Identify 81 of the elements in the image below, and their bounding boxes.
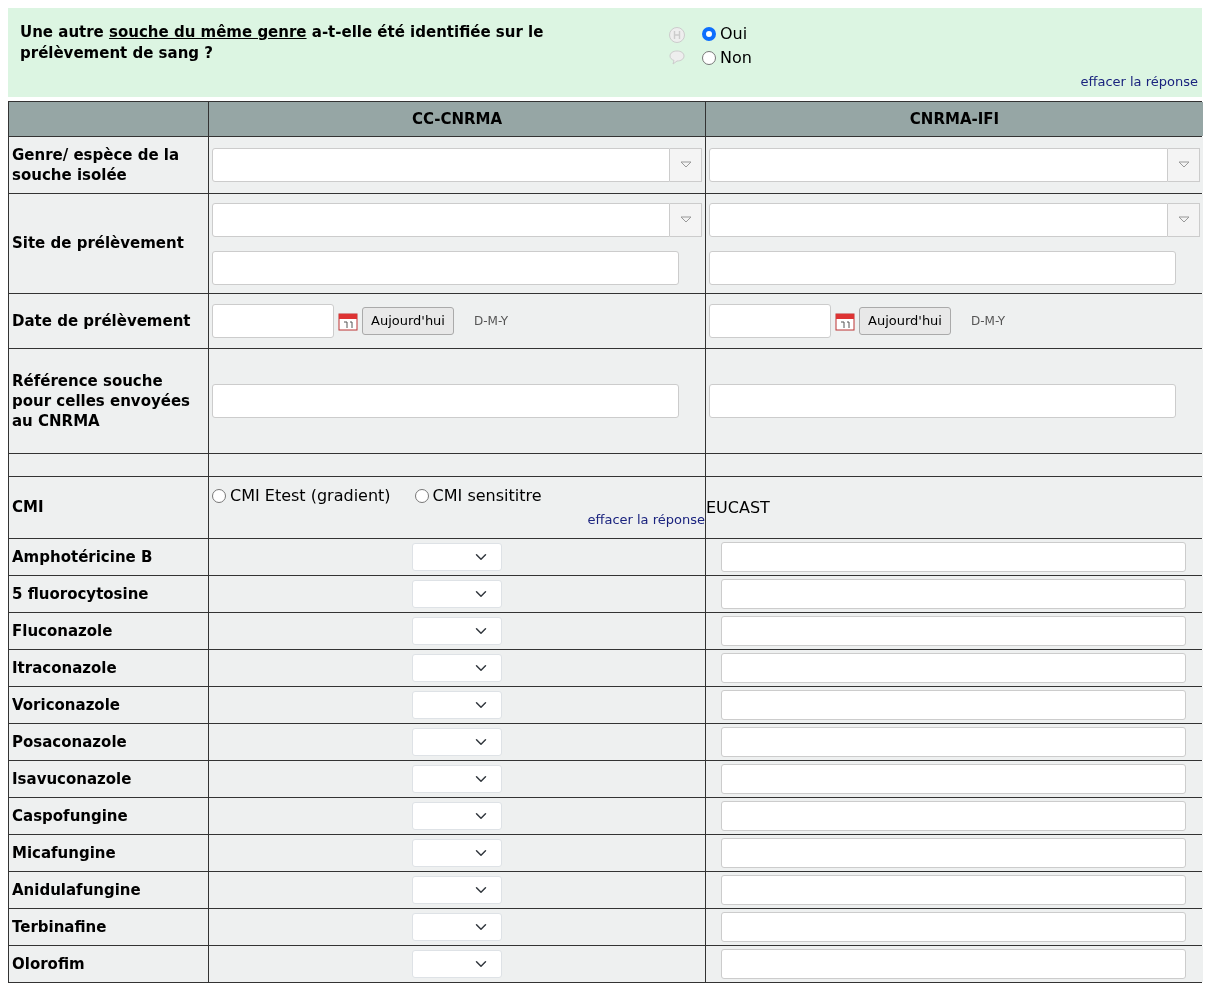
combo-field[interactable] — [709, 148, 1168, 182]
method-label: EUCAST — [706, 496, 771, 519]
calendar-icon[interactable] — [338, 311, 358, 331]
today-button[interactable]: Aujourd'hui — [859, 307, 951, 335]
caret-icon — [679, 161, 692, 169]
date-format-hint: D-M-Y — [474, 313, 509, 330]
row-label: Fluconazole — [12, 620, 113, 642]
today-button[interactable]: Aujourd'hui — [362, 307, 454, 335]
value-select[interactable] — [412, 802, 502, 830]
value-field[interactable] — [721, 727, 1186, 757]
row-label: Anidulafungine — [12, 879, 141, 901]
row-label: CMI — [12, 497, 44, 518]
row-label: 5 fluorocytosine — [12, 583, 149, 605]
comment-icon[interactable] — [668, 48, 686, 66]
radio-button[interactable] — [212, 489, 226, 504]
value-select[interactable] — [412, 839, 502, 867]
value-field[interactable] — [721, 542, 1186, 572]
text-field[interactable] — [709, 384, 1176, 418]
value-field[interactable] — [721, 838, 1186, 868]
combo-field[interactable] — [709, 202, 1168, 237]
row-label: Genre/ espèce de la souche isolée — [12, 144, 181, 186]
value-field[interactable] — [721, 690, 1186, 720]
row-label: Micafungine — [12, 842, 116, 864]
dropdown-button[interactable] — [670, 148, 702, 182]
radio-button[interactable] — [702, 27, 716, 41]
help-icon[interactable] — [668, 26, 686, 44]
caret-icon — [679, 215, 692, 224]
caret-icon — [1177, 215, 1190, 224]
combo-field[interactable] — [212, 202, 670, 237]
column-header: CNRMA-IFI — [706, 101, 1203, 136]
value-select[interactable] — [412, 691, 502, 719]
question-text: Une autre souche du même genre a-t-elle été identifiée sur le prélèvement de sang ? — [20, 22, 545, 64]
row-label: Site de prélèvement — [12, 233, 184, 254]
row-label: Posaconazole — [12, 731, 127, 753]
row-label: Voriconazole — [12, 694, 120, 716]
dropdown-button[interactable] — [1168, 202, 1200, 237]
value-field[interactable] — [721, 912, 1186, 942]
value-select[interactable] — [412, 876, 502, 904]
value-field[interactable] — [721, 653, 1186, 683]
value-field[interactable] — [721, 764, 1186, 794]
date-format-hint: D-M-Y — [971, 313, 1006, 330]
row-label: Caspofungine — [12, 805, 128, 827]
text-field[interactable] — [212, 384, 679, 418]
date-field[interactable] — [709, 304, 831, 338]
text-field[interactable] — [709, 250, 1176, 285]
value-select[interactable] — [412, 543, 502, 571]
row-label: Référence souche pour celles envoyées au CNRMA — [12, 370, 191, 432]
value-select[interactable] — [412, 617, 502, 645]
calendar-icon[interactable] — [835, 311, 855, 331]
radio-button[interactable] — [702, 51, 716, 65]
value-field[interactable] — [721, 579, 1186, 609]
value-field[interactable] — [721, 616, 1186, 646]
clear-answer-link[interactable]: effacer la réponse — [1080, 74, 1198, 89]
value-select[interactable] — [412, 950, 502, 978]
radio-label: CMI Etest (gradient) — [230, 485, 391, 508]
value-select[interactable] — [412, 913, 502, 941]
radio-label: Oui — [720, 23, 748, 45]
dropdown-button[interactable] — [670, 202, 702, 237]
radio-button[interactable] — [414, 489, 429, 504]
date-field[interactable] — [212, 304, 334, 338]
column-header: CC-CNRMA — [209, 101, 705, 136]
row-label: Itraconazole — [12, 657, 117, 679]
row-label: Amphotéricine B — [12, 546, 153, 568]
value-field[interactable] — [721, 949, 1186, 979]
value-select[interactable] — [412, 765, 502, 793]
combo-field[interactable] — [212, 148, 670, 182]
row-label: Olorofim — [12, 953, 85, 975]
clear-answer-link[interactable]: effacer la réponse — [587, 512, 705, 528]
radio-label: CMI sensititre — [432, 485, 542, 508]
row-label: Isavuconazole — [12, 768, 132, 790]
value-field[interactable] — [721, 875, 1186, 905]
value-select[interactable] — [412, 580, 502, 608]
radio-label: Non — [720, 47, 752, 69]
caret-icon — [1177, 161, 1190, 169]
row-label: Terbinafine — [12, 916, 107, 938]
value-select[interactable] — [412, 728, 502, 756]
value-field[interactable] — [721, 801, 1186, 831]
text-field[interactable] — [212, 250, 679, 285]
row-label: Date de prélèvement — [12, 310, 191, 332]
dropdown-button[interactable] — [1168, 148, 1200, 182]
value-select[interactable] — [412, 654, 502, 682]
